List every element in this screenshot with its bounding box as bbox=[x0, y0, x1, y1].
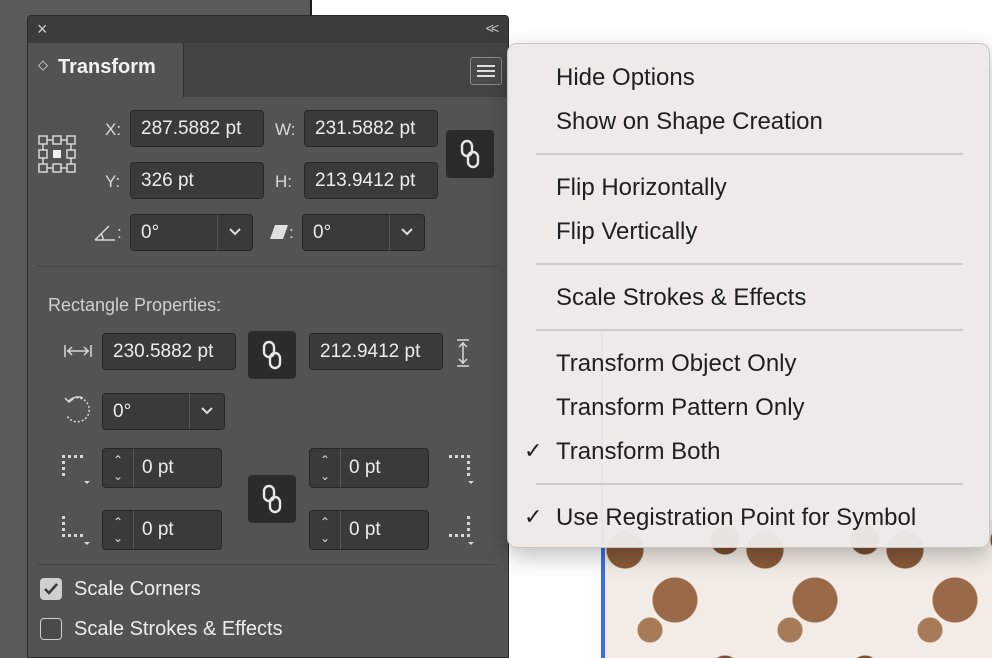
menu-separator bbox=[536, 263, 963, 265]
x-label: X: bbox=[105, 120, 122, 139]
chevron-down-icon bbox=[201, 407, 213, 415]
corner-bl-field[interactable]: 0 pt bbox=[134, 510, 222, 550]
link-icon bbox=[262, 340, 282, 370]
checkmark-icon: ✓ bbox=[524, 504, 543, 529]
height-icon bbox=[457, 339, 469, 367]
menu-item-flip-horizontally[interactable]: Flip Horizontally bbox=[556, 174, 727, 202]
menu-item-transform-both[interactable]: Transform Both bbox=[556, 438, 721, 466]
menu-item-show-on-shape-creation[interactable]: Show on Shape Creation bbox=[556, 108, 823, 136]
angle-icon bbox=[94, 225, 115, 241]
menu-item-flip-vertically[interactable]: Flip Vertically bbox=[556, 218, 697, 246]
transform-panel: × << ◇ Transform X: 287.5882 pt W: 231.5… bbox=[27, 15, 509, 658]
collapse-icon[interactable]: << bbox=[486, 20, 499, 36]
hamburger-icon bbox=[477, 65, 495, 67]
panel-tabstrip: ◇ Transform bbox=[28, 43, 508, 97]
w-label: W: bbox=[275, 120, 296, 139]
corner-tl-stepper[interactable]: ⌃ ⌄ bbox=[102, 448, 134, 488]
corner-bl-stepper[interactable]: ⌃ ⌄ bbox=[102, 510, 134, 550]
chevron-down-icon bbox=[229, 228, 241, 236]
corner-bottom-right-icon[interactable] bbox=[444, 514, 476, 546]
chevron-down-icon bbox=[401, 228, 413, 236]
menu-item-scale-strokes-effects[interactable]: Scale Strokes & Effects bbox=[556, 284, 806, 312]
scale-corners-checkbox[interactable] bbox=[40, 578, 62, 600]
shear-icon bbox=[270, 225, 288, 239]
rect-width-field[interactable]: 230.5882 pt bbox=[102, 333, 236, 370]
tab-transform[interactable]: ◇ Transform bbox=[28, 43, 184, 97]
shear-field[interactable]: 0° bbox=[302, 214, 390, 251]
angle-field[interactable]: 0° bbox=[130, 214, 218, 251]
section-divider bbox=[38, 266, 498, 267]
panel-context-menu: Hide Options Show on Shape Creation Flip… bbox=[507, 43, 990, 548]
x-field[interactable]: 287.5882 pt bbox=[130, 110, 264, 147]
panel-titlebar[interactable]: × << bbox=[28, 16, 508, 44]
y-label: Y: bbox=[105, 172, 121, 191]
constrain-proportions-button[interactable] bbox=[446, 130, 494, 178]
tab-label: Transform bbox=[58, 56, 156, 78]
width-icon bbox=[64, 345, 92, 357]
y-field[interactable]: 326 pt bbox=[130, 162, 264, 199]
panel-menu-button[interactable] bbox=[470, 57, 502, 85]
checkmark-icon bbox=[44, 583, 58, 595]
rotate-icon bbox=[64, 396, 90, 423]
corner-br-stepper[interactable]: ⌃ ⌄ bbox=[309, 510, 341, 550]
link-icon bbox=[262, 484, 282, 514]
menu-separator bbox=[536, 329, 963, 331]
scale-corners-label[interactable]: Scale Corners bbox=[74, 578, 201, 601]
angle-dropdown[interactable] bbox=[217, 214, 253, 251]
section-divider bbox=[38, 564, 498, 565]
corner-link-button[interactable] bbox=[248, 475, 296, 523]
rotation-dropdown[interactable] bbox=[189, 393, 225, 430]
shear-label: : bbox=[289, 223, 294, 242]
link-icon bbox=[460, 139, 480, 169]
corner-tr-field[interactable]: 0 pt bbox=[341, 448, 429, 488]
w-field[interactable]: 231.5882 pt bbox=[304, 110, 438, 147]
corner-br-field[interactable]: 0 pt bbox=[341, 510, 429, 550]
menu-item-transform-object-only[interactable]: Transform Object Only bbox=[556, 350, 797, 378]
close-icon[interactable]: × bbox=[37, 19, 48, 40]
h-field[interactable]: 213.9412 pt bbox=[304, 162, 438, 199]
checkmark-icon: ✓ bbox=[524, 438, 543, 463]
menu-item-transform-pattern-only[interactable]: Transform Pattern Only bbox=[556, 394, 805, 422]
scale-strokes-checkbox[interactable] bbox=[40, 618, 62, 640]
rect-rotation-field[interactable]: 0° bbox=[102, 393, 190, 430]
menu-item-hide-options[interactable]: Hide Options bbox=[556, 64, 695, 92]
corner-top-left-icon[interactable] bbox=[60, 453, 92, 485]
rectangle-properties-title: Rectangle Properties: bbox=[48, 295, 222, 315]
rect-link-button[interactable] bbox=[248, 331, 296, 379]
corner-top-right-icon[interactable] bbox=[444, 453, 476, 485]
rect-height-field[interactable]: 212.9412 pt bbox=[309, 333, 443, 370]
reference-point-icon[interactable] bbox=[38, 135, 76, 173]
menu-separator bbox=[536, 153, 963, 155]
scale-strokes-label[interactable]: Scale Strokes & Effects bbox=[74, 618, 283, 641]
angle-label: : bbox=[117, 223, 122, 242]
corner-tl-field[interactable]: 0 pt bbox=[134, 448, 222, 488]
shear-dropdown[interactable] bbox=[389, 214, 425, 251]
tab-expand-icon[interactable]: ◇ bbox=[38, 57, 48, 73]
menu-separator bbox=[536, 483, 963, 485]
menu-item-use-registration-point[interactable]: Use Registration Point for Symbol bbox=[556, 504, 916, 532]
corner-bottom-left-icon[interactable] bbox=[60, 514, 92, 546]
corner-tr-stepper[interactable]: ⌃ ⌄ bbox=[309, 448, 341, 488]
h-label: H: bbox=[275, 172, 292, 191]
